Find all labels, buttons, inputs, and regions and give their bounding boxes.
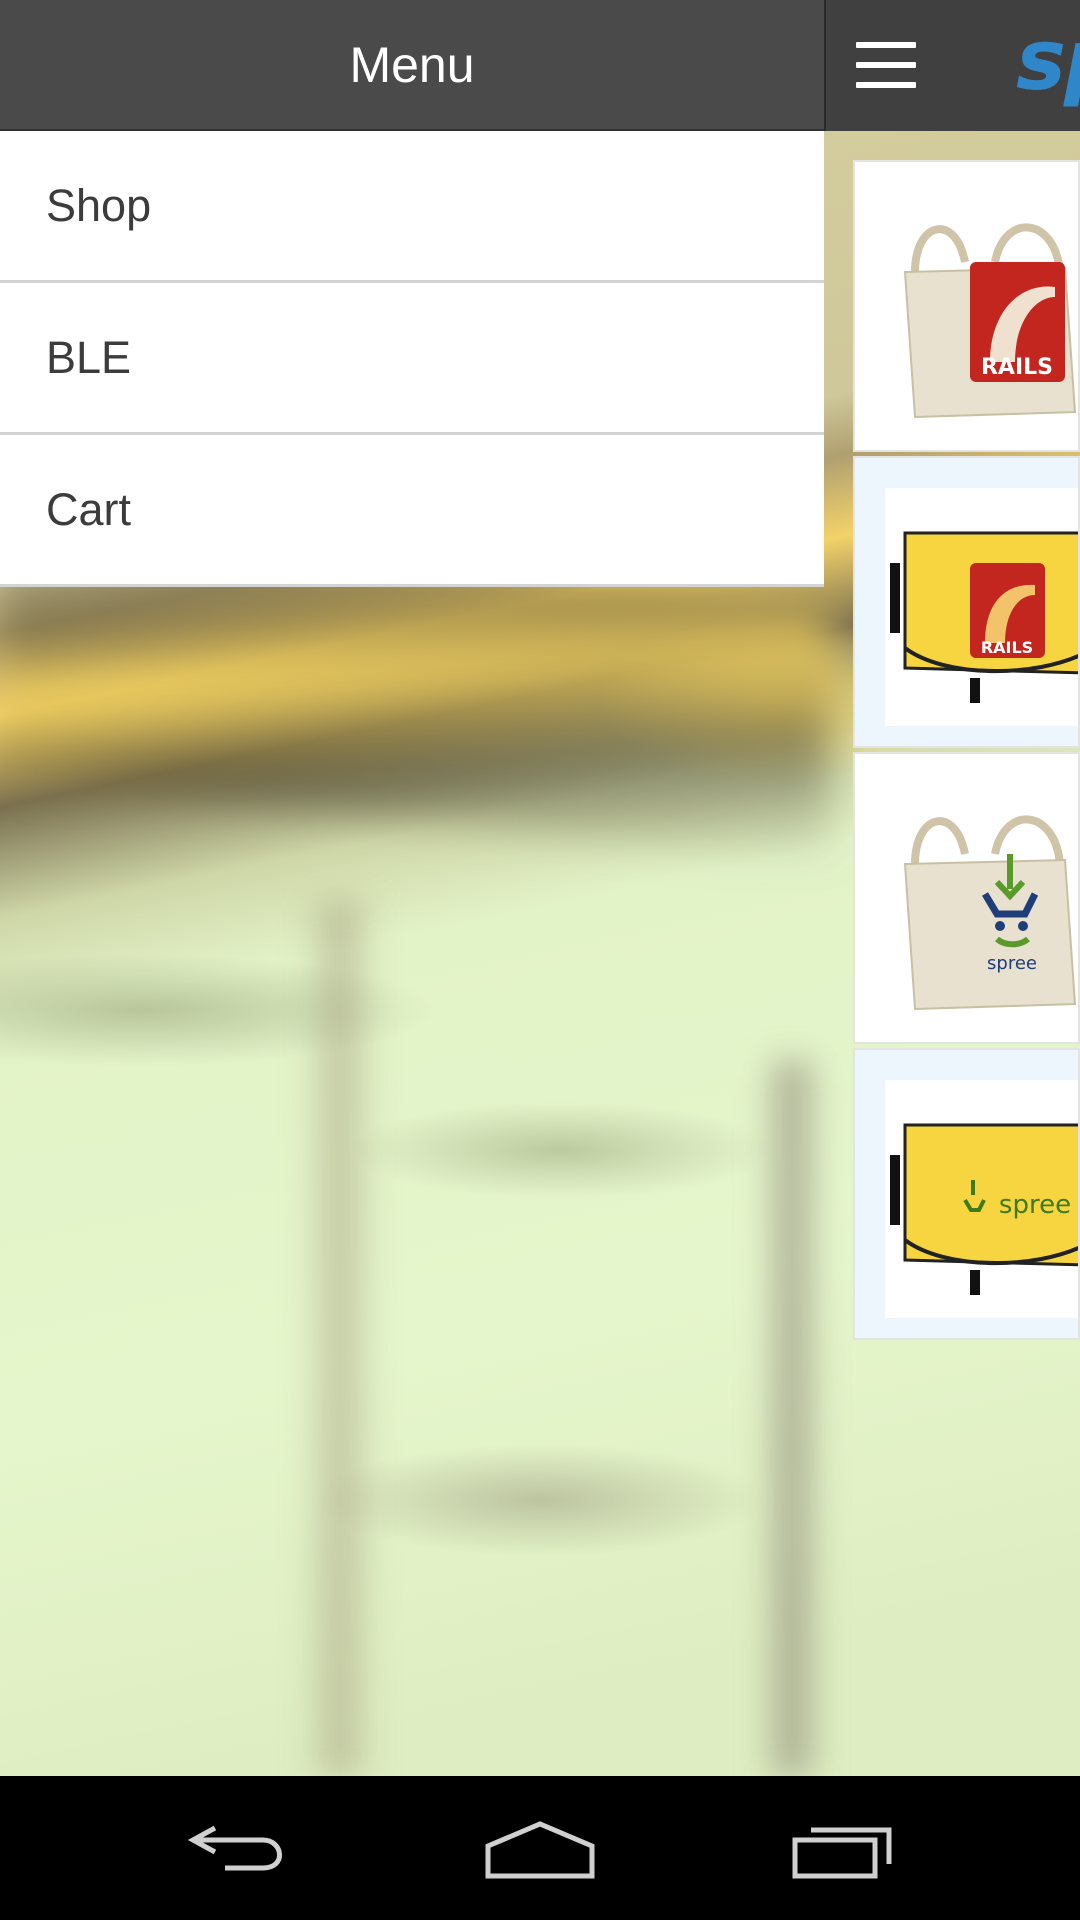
svg-text:spree: spree: [987, 953, 1037, 974]
menu-item-cart[interactable]: Cart: [0, 435, 824, 587]
rails-tote-bag-image: RAILS: [903, 223, 1077, 419]
product-card-spree-tote[interactable]: spree: [853, 752, 1080, 1044]
drawer-menu: Shop BLE Cart: [0, 131, 824, 587]
drawer-title: Menu: [0, 0, 824, 131]
app-bar: sp: [824, 0, 1080, 131]
product-image-frame: spree: [885, 1080, 1078, 1318]
product-card-rails-tote[interactable]: RAILS: [853, 160, 1080, 452]
product-image-frame: RAILS: [885, 488, 1078, 726]
recent-apps-icon[interactable]: [744, 1776, 944, 1920]
product-card-spree-messenger[interactable]: spree: [853, 1048, 1080, 1340]
spree-tote-bag-image: spree: [903, 815, 1077, 1011]
back-icon-glyph: [187, 1825, 282, 1871]
rails-messenger-bag-image: RAILS: [890, 531, 1078, 703]
hamburger-icon[interactable]: [856, 42, 916, 88]
home-icon-glyph: [485, 1821, 595, 1879]
menu-item-ble[interactable]: BLE: [0, 283, 824, 435]
brand-logo[interactable]: sp: [1016, 18, 1080, 102]
product-list: RAILS RAILS spree spree: [853, 160, 1080, 1344]
svg-text:RAILS: RAILS: [981, 638, 1033, 657]
recent-apps-icon-glyph: [792, 1827, 892, 1879]
navigation-drawer: Menu Shop BLE Cart: [0, 0, 824, 1776]
spree-messenger-bag-image: spree: [890, 1123, 1078, 1295]
home-icon[interactable]: [440, 1776, 640, 1920]
system-nav-bar: [0, 1776, 1080, 1920]
product-card-rails-messenger[interactable]: RAILS: [853, 456, 1080, 748]
svg-text:RAILS: RAILS: [981, 355, 1053, 380]
back-icon[interactable]: [140, 1776, 340, 1920]
menu-item-shop[interactable]: Shop: [0, 131, 824, 283]
svg-text:spree: spree: [999, 1190, 1071, 1220]
